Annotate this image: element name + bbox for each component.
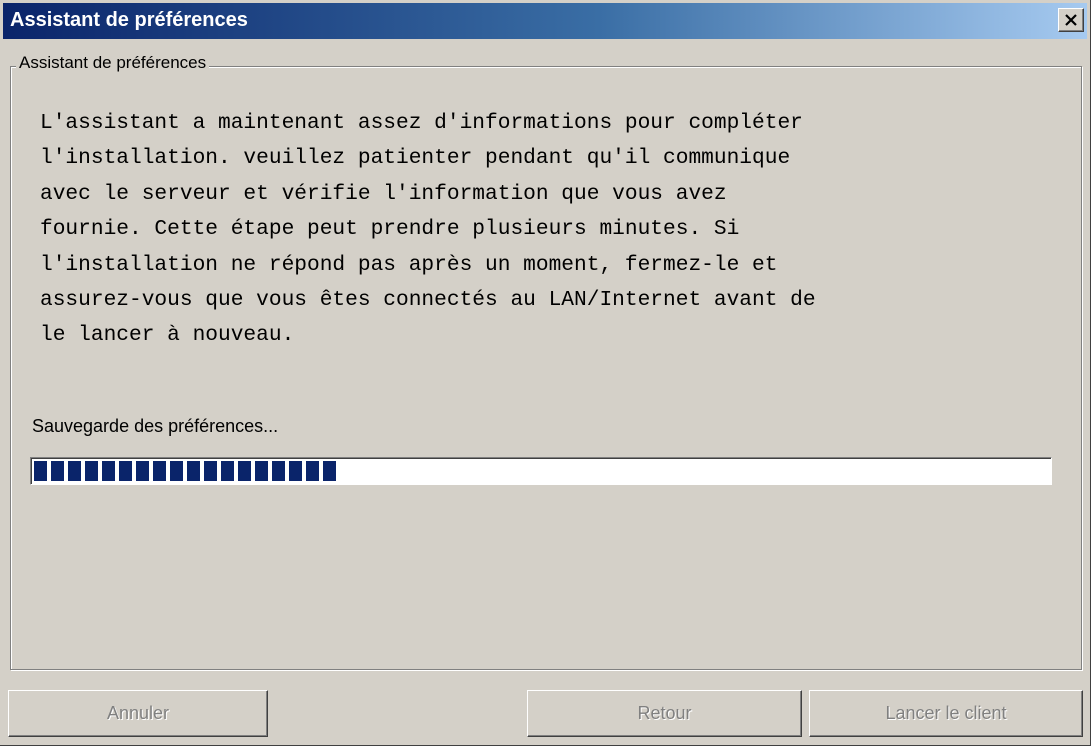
launch-client-button[interactable]: Lancer le client xyxy=(809,690,1083,737)
progress-bar-fill xyxy=(34,461,336,481)
groupbox-legend: Assistant de préférences xyxy=(16,53,210,73)
preferences-wizard-window: Assistant de préférences Assistant de pr… xyxy=(0,0,1091,746)
close-icon xyxy=(1065,14,1077,26)
close-button[interactable] xyxy=(1058,8,1084,32)
progress-status-label: Sauvegarde des préférences... xyxy=(32,416,279,436)
progress-bar xyxy=(30,457,1052,485)
cancel-button[interactable]: Annuler xyxy=(8,690,268,737)
back-button[interactable]: Retour xyxy=(527,690,802,737)
info-message: L'assistant a maintenant assez d'informa… xyxy=(40,111,816,348)
window-title: Assistant de préférences xyxy=(10,9,248,31)
title-bar[interactable]: Assistant de préférences xyxy=(3,3,1087,39)
